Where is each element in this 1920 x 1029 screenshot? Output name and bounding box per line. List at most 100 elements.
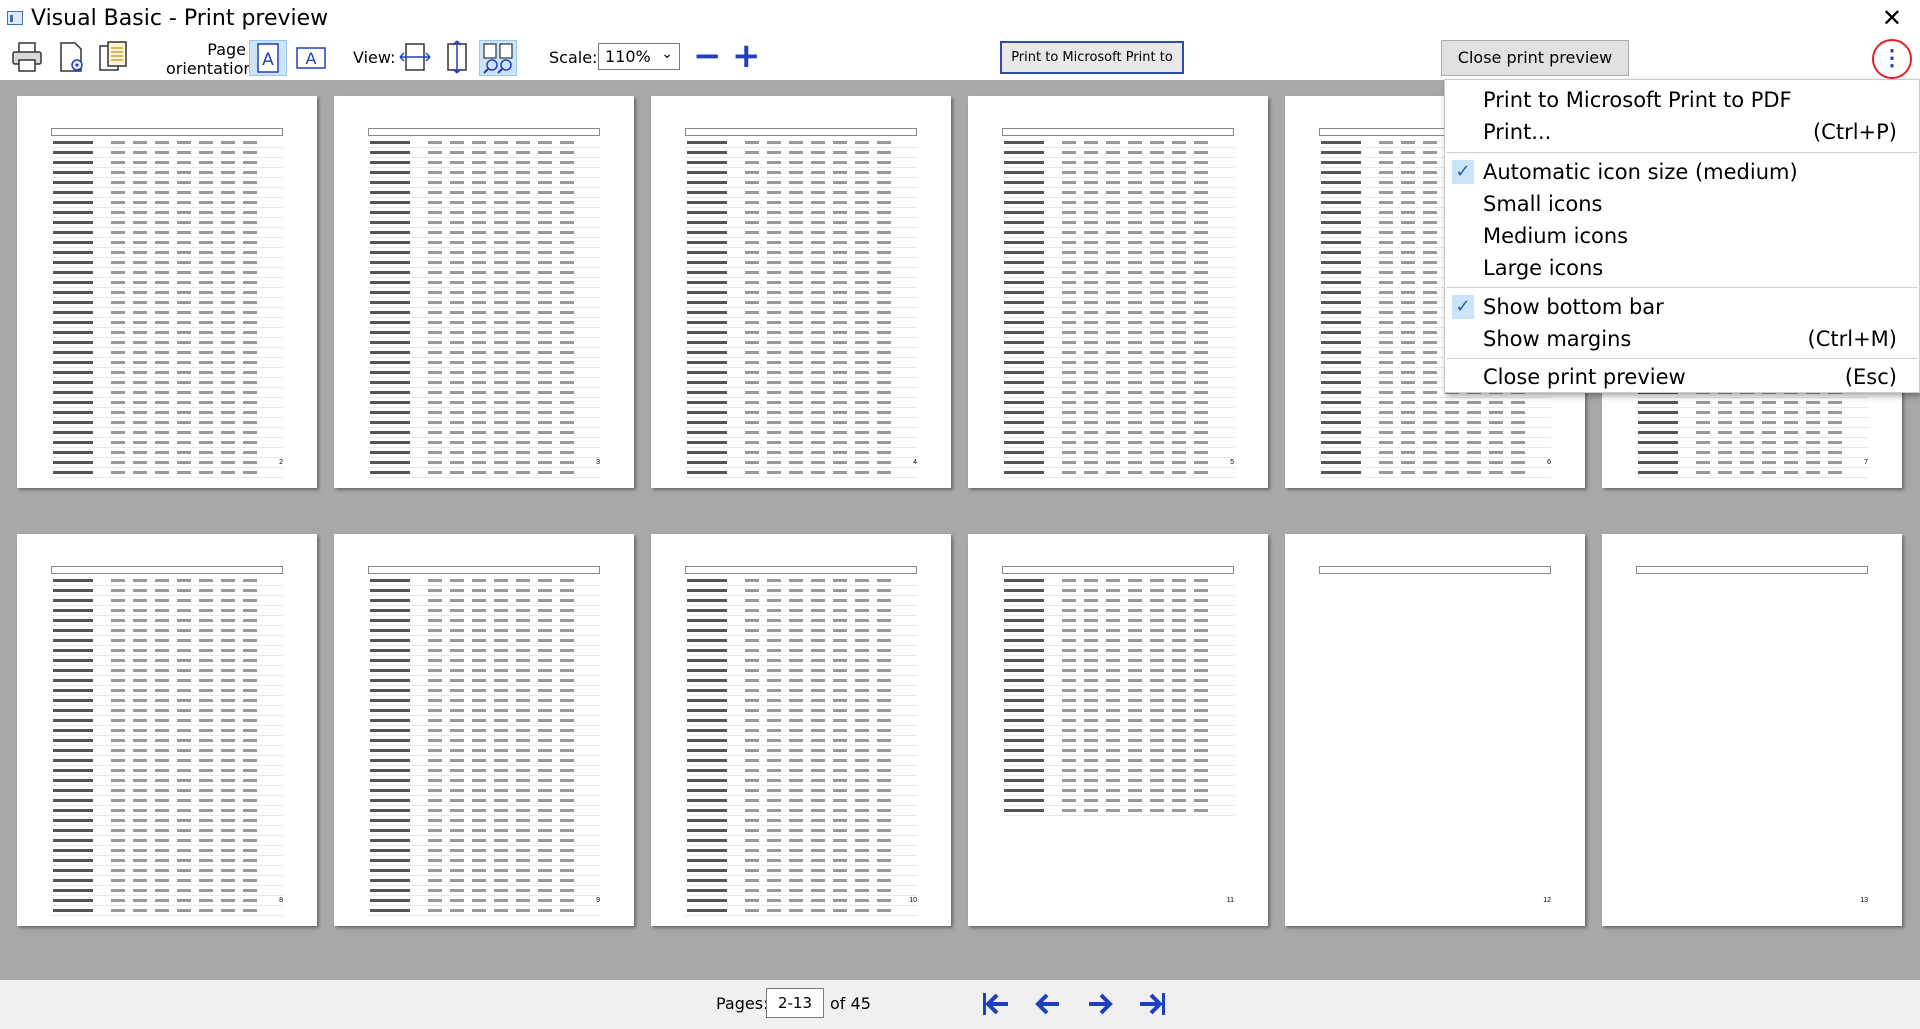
thumbnail-table-row bbox=[51, 288, 283, 298]
thumbnail-table-row bbox=[685, 606, 917, 616]
thumbnail-table-row bbox=[368, 726, 600, 736]
thumbnail-table-row bbox=[368, 338, 600, 348]
page-thumbnail[interactable]: 13 bbox=[1602, 534, 1902, 926]
thumbnail-table-row bbox=[51, 408, 283, 418]
arrow-left-icon bbox=[1035, 993, 1059, 1015]
thumbnail-table-row bbox=[368, 786, 600, 796]
thumbnail-table-row bbox=[51, 626, 283, 636]
thumbnail-table-row bbox=[51, 358, 283, 368]
previous-page-button[interactable] bbox=[1032, 988, 1064, 1020]
scale-select[interactable]: 110% ⌄ bbox=[598, 43, 680, 70]
thumbnail-table-row bbox=[685, 258, 917, 268]
menu-item-close-print-preview[interactable]: Close print preview (Esc) bbox=[1445, 361, 1919, 393]
thumbnail-table-row bbox=[51, 428, 283, 438]
page-thumbnail[interactable]: 8 bbox=[17, 534, 317, 926]
thumbnail-table-row bbox=[368, 886, 600, 896]
thumbnail-table-row bbox=[1002, 188, 1234, 198]
checkmark-icon: ✓ bbox=[1452, 295, 1474, 319]
thumbnail-table-row bbox=[1002, 706, 1234, 716]
thumbnail-table-row bbox=[51, 398, 283, 408]
page-thumbnail[interactable]: 11 bbox=[968, 534, 1268, 926]
page-thumbnail[interactable]: 3 bbox=[334, 96, 634, 488]
fit-page-icon bbox=[447, 40, 467, 74]
thumbnail-table-row bbox=[51, 596, 283, 606]
thumbnail-table-row bbox=[1002, 278, 1234, 288]
thumbnail-table-row bbox=[685, 816, 917, 826]
page-thumbnail[interactable]: 2 bbox=[17, 96, 317, 488]
portrait-button[interactable]: A bbox=[249, 40, 287, 76]
thumbnail-table-row bbox=[51, 776, 283, 786]
thumbnail-table-row bbox=[51, 666, 283, 676]
thumbnail-table-row bbox=[1002, 586, 1234, 596]
thumbnail-table-row bbox=[685, 656, 917, 666]
last-page-icon bbox=[1140, 993, 1165, 1015]
landscape-button[interactable]: A bbox=[293, 40, 331, 76]
thumbnail-table-row bbox=[368, 776, 600, 786]
thumbnail-table-row bbox=[685, 298, 917, 308]
thumbnail-table-row bbox=[51, 886, 283, 896]
multiple-pages-icon bbox=[483, 43, 513, 74]
menu-item-small-icons[interactable]: Small icons bbox=[1445, 188, 1919, 220]
fit-width-button[interactable] bbox=[397, 40, 433, 76]
thumbnail-table-row bbox=[1002, 268, 1234, 278]
page-setup-button[interactable] bbox=[55, 40, 89, 76]
thumbnail-table-row bbox=[1002, 596, 1234, 606]
menu-item-large-icons[interactable]: Large icons bbox=[1445, 252, 1919, 284]
thumbnail-table-row bbox=[51, 228, 283, 238]
menu-item-show-margins[interactable]: Show margins (Ctrl+M) bbox=[1445, 323, 1919, 355]
first-page-icon bbox=[983, 993, 1008, 1015]
menu-item-print[interactable]: Print... (Ctrl+P) bbox=[1445, 116, 1919, 148]
thumbnail-table-row bbox=[1002, 576, 1234, 586]
thumbnail-table-row bbox=[51, 378, 283, 388]
thumbnail-table-row bbox=[1319, 458, 1551, 468]
thumbnail-table-row bbox=[368, 428, 600, 438]
last-page-button[interactable] bbox=[1136, 988, 1168, 1020]
thumbnail-table-row bbox=[1002, 716, 1234, 726]
menu-item-show-bottom-bar[interactable]: ✓ Show bottom bar bbox=[1445, 291, 1919, 323]
thumbnail-table-row bbox=[51, 258, 283, 268]
menu-item-medium-icons[interactable]: Medium icons bbox=[1445, 220, 1919, 252]
page-thumbnail[interactable]: 4 bbox=[651, 96, 951, 488]
page-thumbnail[interactable]: 9 bbox=[334, 534, 634, 926]
zoom-in-button[interactable]: + bbox=[732, 38, 761, 74]
thumbnail-table-row bbox=[51, 906, 283, 916]
view-label: View: bbox=[353, 48, 396, 67]
thumbnail-table-row bbox=[368, 328, 600, 338]
thumbnail-table-row bbox=[1002, 756, 1234, 766]
thumbnail-table-row bbox=[51, 238, 283, 248]
portrait-icon: A bbox=[257, 43, 279, 73]
thumbnail-table-row bbox=[685, 846, 917, 856]
thumbnail-table-row bbox=[1002, 398, 1234, 408]
multiple-pages-button[interactable] bbox=[479, 40, 517, 76]
thumbnail-table-row bbox=[51, 208, 283, 218]
thumbnail-table-row bbox=[51, 138, 283, 148]
print-button[interactable] bbox=[10, 40, 44, 76]
fit-page-button[interactable] bbox=[439, 40, 475, 76]
print-options-button[interactable] bbox=[96, 40, 130, 76]
print-to-pdf-button[interactable]: Print to Microsoft Print to PDF bbox=[1000, 41, 1184, 94]
menu-item-print-to-pdf[interactable]: Print to Microsoft Print to PDF bbox=[1445, 84, 1919, 116]
thumbnail-table-row bbox=[685, 448, 917, 458]
window-close-button[interactable]: ✕ bbox=[1882, 4, 1902, 32]
pages-input[interactable]: 2-13 bbox=[766, 988, 824, 1018]
page-thumbnail[interactable]: 10 bbox=[651, 534, 951, 926]
thumbnail-table-row bbox=[368, 876, 600, 886]
close-print-preview-button[interactable]: Close print preview bbox=[1441, 40, 1629, 76]
thumbnail-table-row bbox=[1002, 348, 1234, 358]
thumbnail-table-row bbox=[685, 716, 917, 726]
menu-item-automatic-icon-size[interactable]: ✓ Automatic icon size (medium) bbox=[1445, 156, 1919, 188]
page-thumbnail[interactable]: 5 bbox=[968, 96, 1268, 488]
thumbnail-table-row bbox=[368, 806, 600, 816]
thumbnail-table-row bbox=[1002, 676, 1234, 686]
zoom-out-button[interactable]: − bbox=[693, 38, 722, 74]
thumbnail-table-row bbox=[685, 666, 917, 676]
thumbnail-table-row bbox=[368, 866, 600, 876]
thumbnail-table-row bbox=[685, 348, 917, 358]
next-page-button[interactable] bbox=[1084, 988, 1116, 1020]
more-options-button[interactable]: ⋮ bbox=[1872, 39, 1912, 79]
first-page-button[interactable] bbox=[980, 988, 1012, 1020]
thumbnail-table-row bbox=[51, 646, 283, 656]
thumbnail-table-row bbox=[51, 796, 283, 806]
page-thumbnail[interactable]: 12 bbox=[1285, 534, 1585, 926]
thumbnail-table-row bbox=[685, 418, 917, 428]
